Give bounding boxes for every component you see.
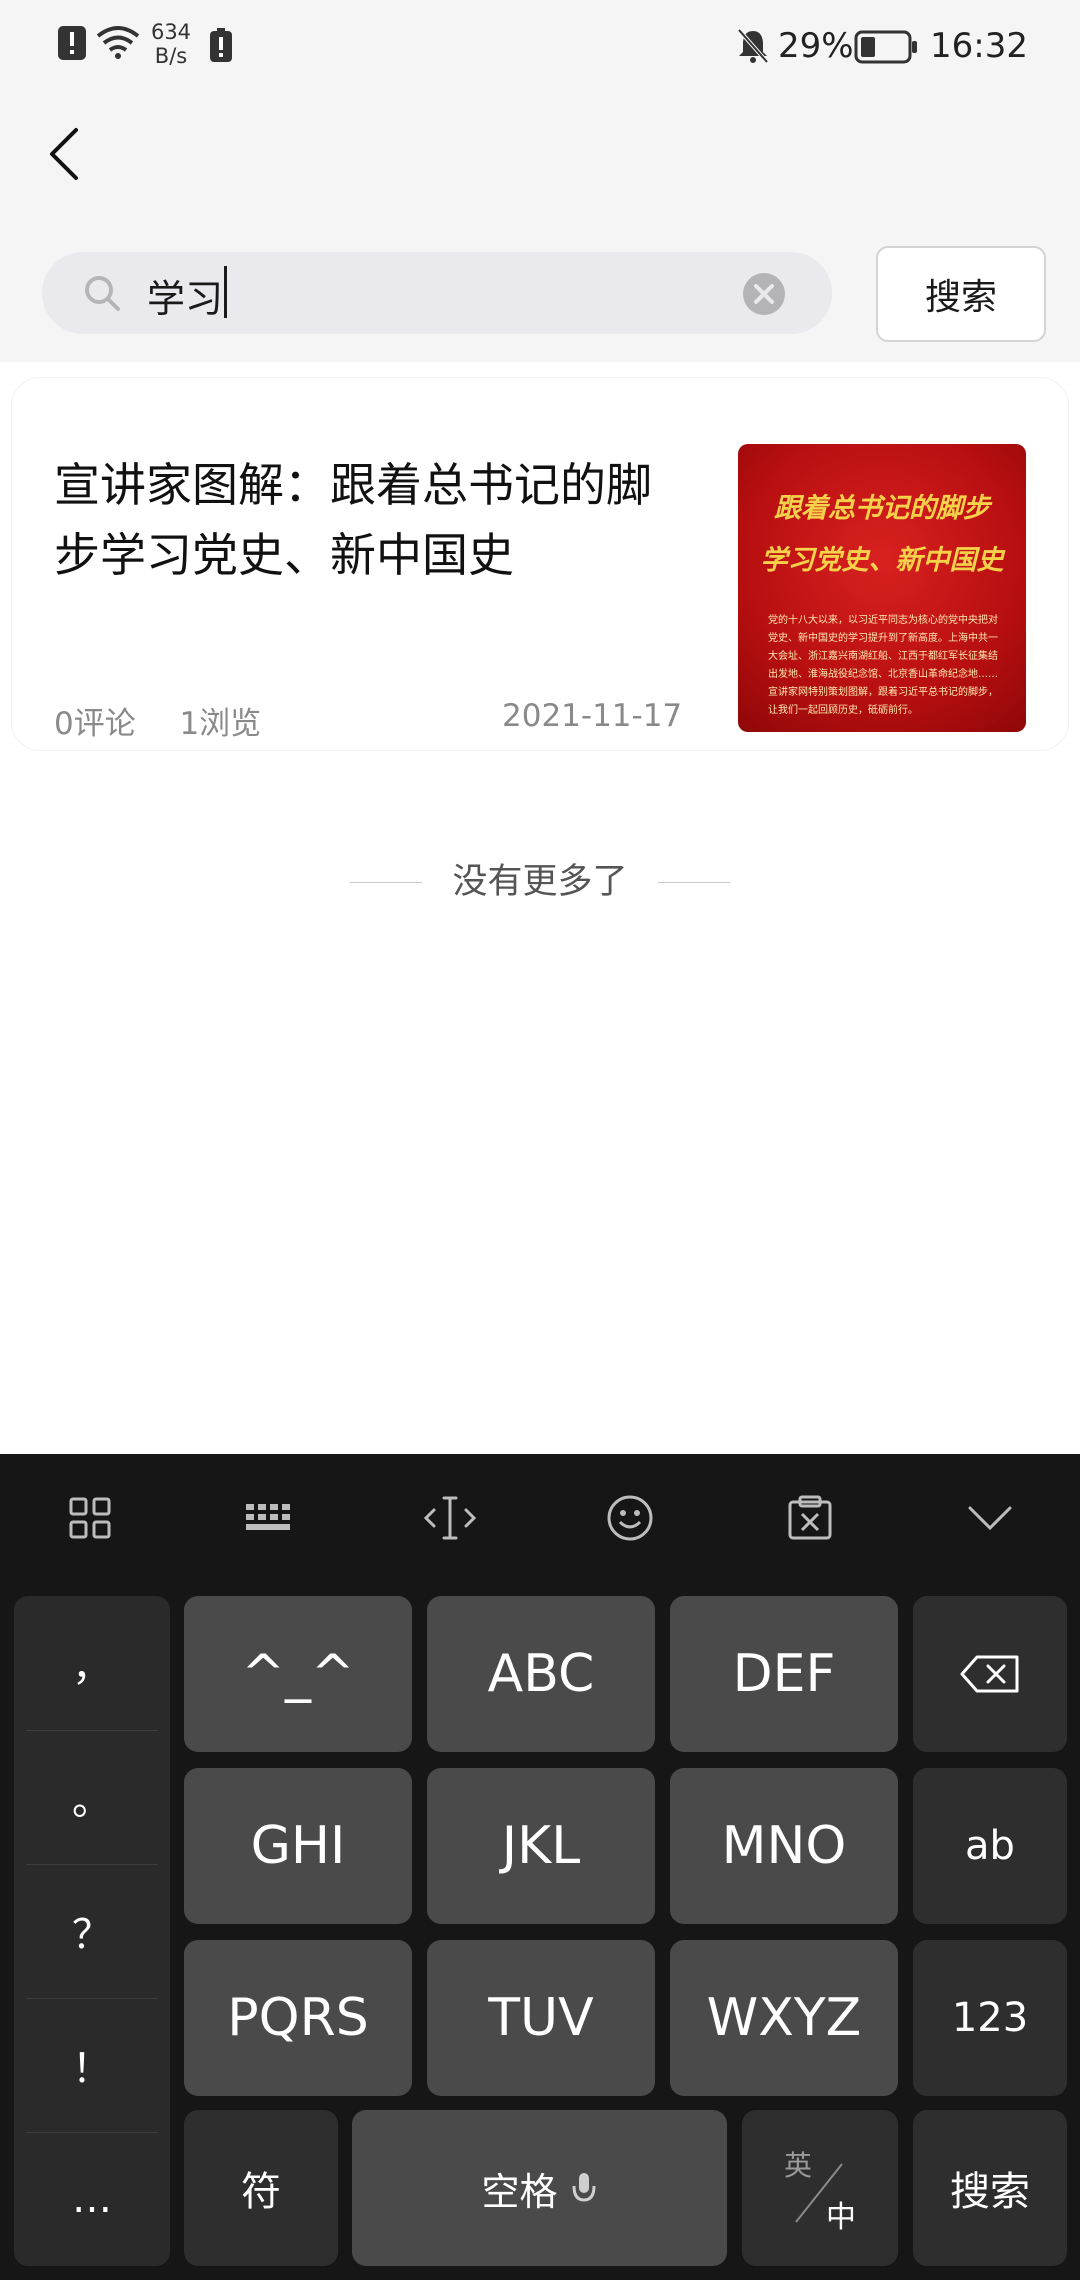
punct-key-question[interactable]: ？ <box>14 1864 170 1998</box>
key-abc[interactable]: ABC <box>427 1596 655 1752</box>
battery-percent: 29% <box>778 26 854 66</box>
net-speed-value: 634 <box>150 20 192 44</box>
clipboard-icon[interactable] <box>782 1490 838 1546</box>
net-speed-unit: B/s <box>154 44 188 68</box>
key-numbers-switch[interactable]: 123 <box>913 1940 1067 2096</box>
key-symbols[interactable]: 符 <box>184 2110 338 2266</box>
wifi-icon <box>96 26 140 59</box>
punct-key-exclaim[interactable]: ！ <box>14 1998 170 2132</box>
keyboard-layout-icon[interactable] <box>242 1490 298 1546</box>
result-title: 宣讲家图解：跟着总书记的脚步学习党史、新中国史 <box>54 458 652 582</box>
mute-bell-icon <box>737 28 769 64</box>
backspace-icon <box>960 1655 1019 1693</box>
lang-chinese-label: 中 <box>826 2200 856 2235</box>
thumbnail-headline-1: 跟着总书记的脚步 <box>774 493 990 524</box>
space-key[interactable]: 空格 <box>352 2110 727 2266</box>
key-emoticon[interactable]: ^_^ <box>184 1596 412 1752</box>
key-english-switch[interactable]: ab <box>913 1768 1067 1924</box>
divider-right <box>658 882 730 883</box>
back-arrow-icon[interactable] <box>44 124 84 184</box>
clear-icon[interactable] <box>742 272 786 316</box>
emoji-icon[interactable] <box>602 1490 658 1546</box>
header <box>0 100 1080 222</box>
key-ghi[interactable]: GHI <box>184 1768 412 1924</box>
grid-menu-icon[interactable] <box>62 1490 118 1546</box>
key-pqrs[interactable]: PQRS <box>184 1940 412 2096</box>
backspace-key[interactable] <box>913 1596 1067 1752</box>
key-language-toggle[interactable]: 英 中 <box>742 2110 898 2266</box>
search-button[interactable]: 搜索 <box>876 246 1046 342</box>
battery-alert-icon <box>210 28 232 62</box>
result-card[interactable]: 宣讲家图解：跟着总书记的脚步学习党史、新中国史 0评论 1浏览 2021-11-… <box>12 378 1068 750</box>
cursor-move-icon[interactable] <box>422 1490 478 1546</box>
result-stats: 0评论 1浏览 <box>54 698 261 743</box>
microphone-icon <box>572 2173 595 2202</box>
no-more-label: 没有更多了 <box>452 862 628 902</box>
view-count: 1浏览 <box>179 706 262 742</box>
key-mno[interactable]: MNO <box>670 1768 898 1924</box>
key-jkl[interactable]: JKL <box>427 1768 655 1924</box>
enter-search-key[interactable]: 搜索 <box>913 2110 1067 2266</box>
key-tuv[interactable]: TUV <box>427 1940 655 2096</box>
result-thumbnail: 跟着总书记的脚步 学习党史、新中国史 党的十八大以来，以习近平同志为核心的党中央… <box>738 444 1026 732</box>
status-bar: 634 B/s 29% 16:32 <box>0 0 1080 100</box>
punct-key-period[interactable]: 。 <box>14 1730 170 1864</box>
battery-icon <box>854 30 917 64</box>
keyboard: ， 。 ？ ！ … ^_^ ABC DEF GHI JKL MNO ab PQR… <box>0 1454 1080 2280</box>
clock: 16:32 <box>930 26 1028 66</box>
search-input[interactable]: 学习 <box>42 252 832 334</box>
key-def[interactable]: DEF <box>670 1596 898 1752</box>
search-icon <box>85 276 120 311</box>
punct-key-ellipsis[interactable]: … <box>14 2132 170 2266</box>
keyboard-toolbar <box>0 1454 1080 1584</box>
search-bar: 学习 搜索 <box>0 222 1080 362</box>
thumbnail-headline-2: 学习党史、新中国史 <box>760 545 1004 576</box>
result-date: 2021-11-17 <box>502 698 683 734</box>
space-label: 空格 <box>481 2169 558 2214</box>
collapse-keyboard-icon[interactable] <box>962 1490 1018 1546</box>
alert-icon <box>58 26 86 60</box>
end-of-list: 没有更多了 <box>0 860 1080 920</box>
thumbnail-body-text: 党的十八大以来，以习近平同志为核心的党中央把对党史、新中国史的学习提升到了新高度… <box>768 615 998 716</box>
comment-count: 0评论 <box>54 706 136 742</box>
punctuation-column: ， 。 ？ ！ … <box>14 1596 170 2266</box>
text-caret <box>224 266 227 318</box>
key-wxyz[interactable]: WXYZ <box>670 1940 898 2096</box>
punct-key-comma[interactable]: ， <box>14 1596 170 1730</box>
search-query-text: 学习 <box>147 277 224 321</box>
